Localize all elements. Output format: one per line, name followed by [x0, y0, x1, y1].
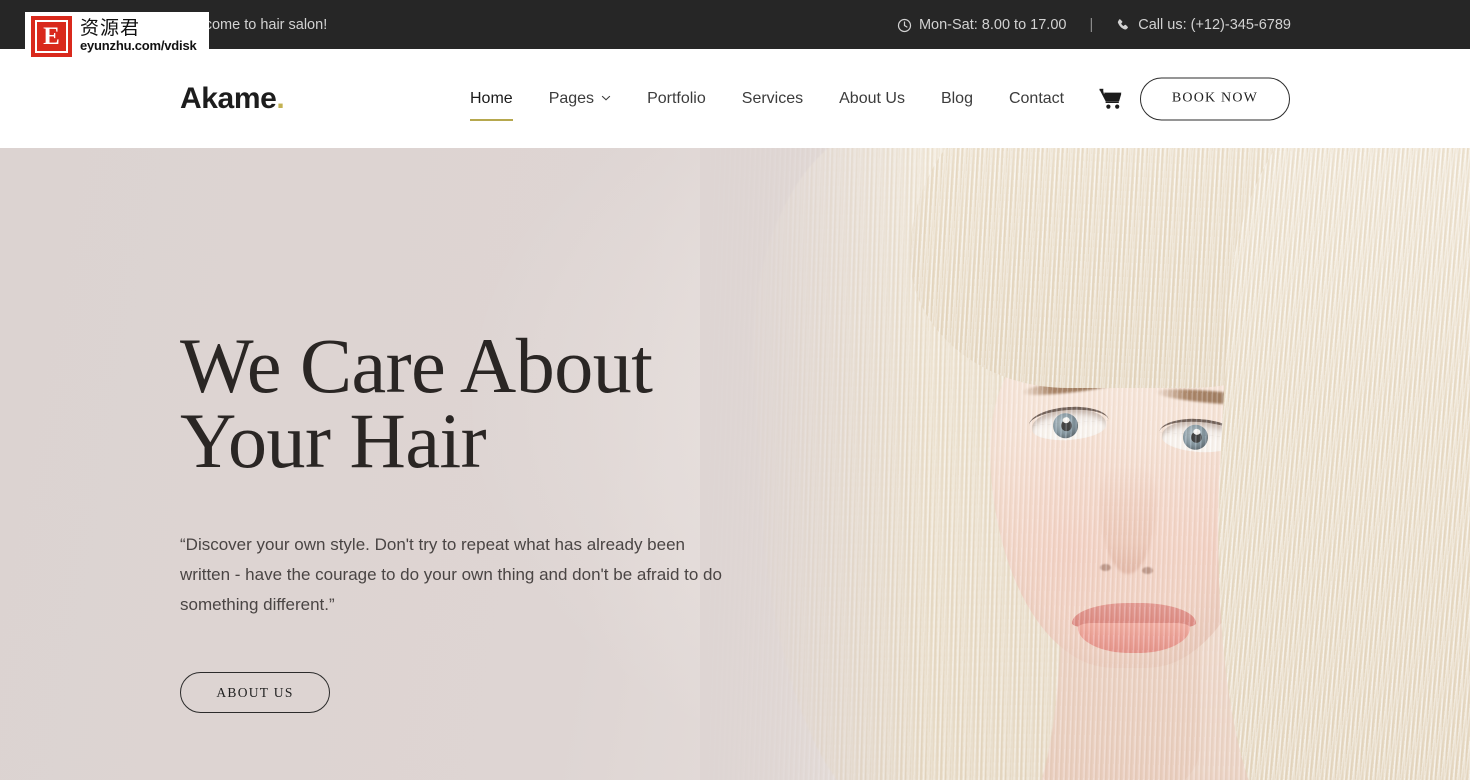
hero-portrait-image: [700, 148, 1470, 780]
portrait-lips: [1072, 603, 1196, 655]
chevron-down-icon: [601, 93, 611, 103]
nav-label: Home: [470, 89, 513, 107]
portrait-nostril-left: [1100, 564, 1111, 571]
watermark-text: 资源君 eyunzhu.com/vdisk: [80, 16, 197, 54]
hero-title-line-2: Your Hair: [180, 396, 487, 484]
watermark-logo-icon: E: [31, 15, 72, 57]
nav-item-contact[interactable]: Contact: [991, 85, 1082, 113]
hero-section: We Care About Your Hair “Discover your o…: [0, 148, 1470, 780]
watermark-chinese-text: 资源君: [80, 16, 141, 39]
site-header: Akame. Home Pages Portfolio Services Abo…: [0, 49, 1470, 148]
hero-paragraph: “Discover your own style. Don't try to r…: [180, 535, 722, 614]
top-bar-contact-info: Mon-Sat: 8.00 to 17.00 | Call us: (+12)-…: [897, 17, 1291, 33]
nav-label: Contact: [1008, 89, 1065, 107]
logo-dot: .: [276, 81, 285, 115]
portrait-nostril-right: [1142, 567, 1153, 574]
nav-item-services[interactable]: Services: [724, 85, 821, 113]
opening-hours: Mon-Sat: 8.00 to 17.00: [897, 16, 1067, 33]
nav-label: Services: [741, 89, 804, 107]
about-us-button[interactable]: ABOUT US: [180, 672, 330, 713]
nav-label: Portfolio: [647, 89, 706, 107]
phone-icon: [1116, 18, 1131, 33]
shopping-cart-icon[interactable]: [1099, 88, 1123, 110]
nav-item-blog[interactable]: Blog: [923, 85, 991, 113]
top-bar-separator: |: [1089, 16, 1094, 33]
book-now-button[interactable]: BOOK NOW: [1140, 77, 1290, 120]
hero-content: We Care About Your Hair “Discover your o…: [180, 148, 740, 780]
opening-hours-text: Mon-Sat: 8.00 to 17.00: [918, 16, 1067, 33]
site-logo[interactable]: Akame.: [180, 81, 285, 116]
nav-label: Blog: [940, 89, 973, 107]
page-root: Welcome to hair salon! Mon-Sat: 8.00 to …: [0, 0, 1470, 780]
hero-title-line-1: We Care About: [180, 322, 653, 409]
nav-item-portfolio[interactable]: Portfolio: [629, 85, 724, 113]
phone-number[interactable]: Call us: (+12)-345-6789: [1116, 17, 1291, 33]
watermark-overlay: E 资源君 eyunzhu.com/vdisk: [25, 12, 209, 60]
clock-icon: [897, 18, 912, 33]
top-bar: Welcome to hair salon! Mon-Sat: 8.00 to …: [0, 0, 1470, 49]
main-navigation: Home Pages Portfolio Services About Us B…: [470, 85, 1082, 121]
phone-number-text: Call us: (+12)-345-6789: [1138, 16, 1291, 33]
nav-item-home[interactable]: Home: [470, 85, 531, 121]
nav-item-pages[interactable]: Pages: [531, 85, 629, 113]
portrait-hair-right: [1200, 148, 1470, 780]
nav-label: About Us: [839, 89, 905, 107]
watermark-url: eyunzhu.com/vdisk: [80, 37, 197, 53]
logo-text: Akame: [180, 81, 277, 115]
hero-title: We Care About Your Hair: [180, 327, 740, 484]
portrait-eye-left: [1027, 404, 1109, 443]
watermark-logo-letter: E: [35, 19, 68, 53]
nav-item-about-us[interactable]: About Us: [821, 85, 923, 113]
nav-label: Pages: [548, 89, 595, 107]
